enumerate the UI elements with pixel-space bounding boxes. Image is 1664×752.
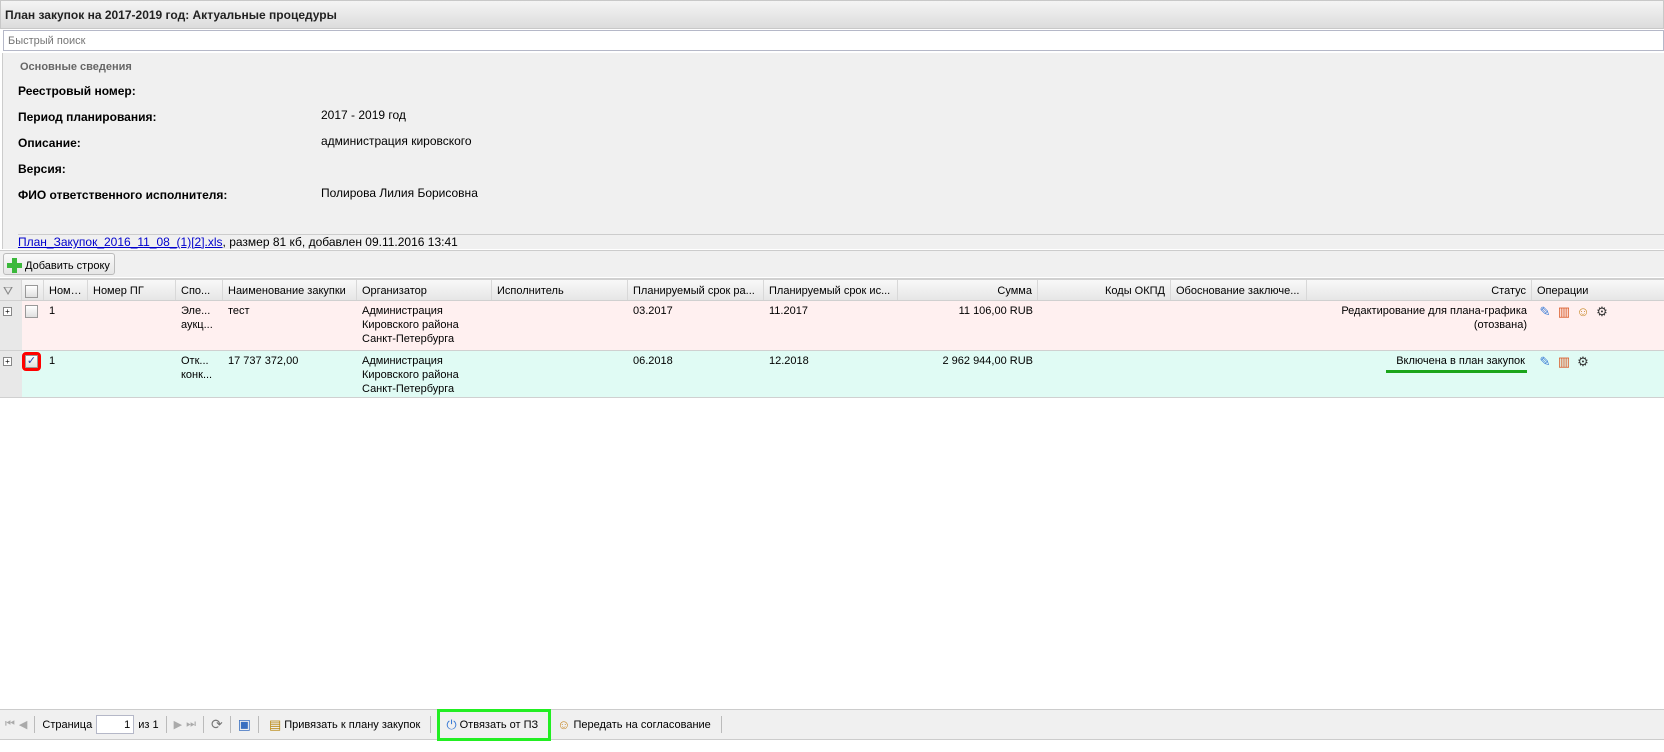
cell-sum: 11 106,00 RUB	[958, 305, 1033, 317]
cell-sum: 2 962 944,00 RUB	[942, 355, 1033, 367]
cell-start: 06.2018	[633, 355, 673, 367]
gear-icon[interactable]: ⚙	[1575, 354, 1591, 370]
col-operations: Операции	[1537, 285, 1589, 297]
info-panel: Основные сведения Реестровый номер: Пери…	[2, 53, 1664, 249]
expand-icon[interactable]: +	[0, 351, 22, 397]
col-organizer[interactable]: Организатор	[357, 280, 492, 300]
period-value: 2017 - 2019 год	[321, 108, 406, 122]
first-page-icon[interactable]: ⏮	[5, 718, 15, 731]
gear-icon[interactable]: ⚙	[1594, 304, 1610, 320]
cell-operations: ✎ ▥ ⚙	[1532, 351, 1664, 397]
unlink-icon: ⏻	[446, 716, 457, 732]
cell-organizer: Администрация Кировского района Санкт-Пе…	[362, 305, 459, 345]
attachment-details: , размер 81 кб, добавлен 09.11.2016 13:4…	[222, 235, 458, 249]
send-label: Передать на согласование	[573, 718, 711, 731]
attachment-link[interactable]: План_Закупок_2016_11_08_(1)[2].xls	[18, 235, 223, 249]
col-reason[interactable]: Обоснование заключе...	[1171, 280, 1307, 300]
filter-clear-icon[interactable]: ⛛	[0, 280, 22, 300]
add-row-label: Добавить строку	[25, 259, 110, 272]
col-name[interactable]: Наименование закупки	[223, 280, 357, 300]
cell-number: 1	[49, 305, 56, 317]
quick-search-input[interactable]	[3, 30, 1664, 51]
col-executor[interactable]: Исполнитель	[492, 280, 628, 300]
cell-status: Редактирование для плана-графика (отозва…	[1341, 305, 1527, 331]
refresh-icon[interactable]: ⟳	[211, 716, 223, 733]
unbind-from-plan-button[interactable]: ⏻ Отвязать от ПЗ	[437, 708, 552, 741]
cell-reason	[1171, 301, 1307, 350]
cell-method: Эле... аукц...	[181, 305, 213, 331]
bind-to-plan-label: Привязать к плану закупок	[284, 718, 421, 731]
grid-header: ⛛ Номер Номер ПГ Спо... Наименование зак…	[0, 278, 1664, 301]
edit-pencil-icon[interactable]: ✎	[1537, 304, 1553, 320]
row-checkbox-checked[interactable]: ✓	[22, 351, 44, 397]
cell-name: тест	[228, 305, 250, 317]
page-input[interactable]	[96, 715, 135, 734]
description-value: администрация кировского	[321, 134, 472, 148]
chart-icon[interactable]: ▥	[1556, 354, 1572, 370]
col-method[interactable]: Спо...	[176, 280, 223, 300]
cell-okpd	[1038, 351, 1171, 397]
responsible-value: Полирова Лилия Борисовна	[321, 186, 478, 200]
procedures-grid: ⛛ Номер Номер ПГ Спо... Наименование зак…	[0, 278, 1664, 398]
col-sum[interactable]: Сумма	[898, 280, 1038, 300]
grid-toolbar: Добавить строку	[0, 250, 1664, 277]
save-icon[interactable]: ▣	[238, 716, 251, 733]
cell-name: 17 737 372,00	[228, 355, 299, 367]
version-label: Версия:	[18, 162, 66, 176]
section-title: Основные сведения	[20, 61, 132, 73]
col-number[interactable]: Номер	[44, 280, 88, 300]
row-checkbox[interactable]	[22, 301, 44, 350]
plus-icon	[7, 258, 22, 273]
paging-toolbar: ⏮ ◀ Страница из 1 ▶ ⏭ ⟳ ▣ ▤Привязать к п…	[0, 708, 1664, 741]
col-end[interactable]: Планируемый срок ис...	[764, 280, 898, 300]
prev-page-icon[interactable]: ◀	[19, 718, 27, 731]
table-row[interactable]: + 1 Эле... аукц... тест Администрация Ки…	[0, 301, 1664, 351]
cell-end: 11.2017	[769, 305, 808, 317]
status-highlighted: Включена в план закупок	[1386, 354, 1527, 373]
scroll-icon: ▤	[268, 716, 282, 732]
select-all-checkbox[interactable]	[22, 280, 44, 300]
window-title: План закупок на 2017-2019 год: Актуальны…	[0, 0, 1664, 29]
unbind-label: Отвязать от ПЗ	[459, 718, 539, 731]
bind-to-plan-button[interactable]: ▤ Привязать к плану закупок	[266, 715, 423, 735]
edit-pencil-icon[interactable]: ✎	[1537, 354, 1553, 370]
page-label: Страница	[42, 718, 93, 731]
cell-reason	[1171, 351, 1307, 397]
cell-operations: ✎ ▥ ☺ ⚙	[1532, 301, 1664, 350]
user-send-icon: ☺	[557, 717, 571, 732]
cell-organizer: Администрация Кировского района Санкт-Пе…	[362, 355, 459, 395]
cell-okpd	[1038, 301, 1171, 350]
cell-executor	[492, 351, 628, 397]
last-page-icon[interactable]: ⏭	[186, 718, 196, 731]
cell-executor	[492, 301, 628, 350]
period-label: Период планирования:	[18, 110, 157, 124]
send-for-approval-button[interactable]: ☺ Передать на согласование	[554, 715, 714, 734]
cell-method: Отк... конк...	[181, 355, 213, 381]
cell-pg	[88, 351, 176, 397]
col-okpd[interactable]: Коды ОКПД	[1038, 280, 1171, 300]
expand-icon[interactable]: +	[0, 301, 22, 350]
cell-status: Включена в план закупок	[1307, 351, 1532, 397]
registry-number-label: Реестровый номер:	[18, 84, 136, 98]
chart-icon[interactable]: ▥	[1556, 304, 1572, 320]
col-status[interactable]: Статус	[1307, 280, 1532, 300]
responsible-label: ФИО ответственного исполнителя:	[18, 188, 228, 202]
next-page-icon[interactable]: ▶	[174, 718, 182, 731]
table-row[interactable]: + ✓ 1 Отк... конк... 17 737 372,00 Админ…	[0, 351, 1664, 398]
page-count: из 1	[138, 718, 159, 731]
description-label: Описание:	[18, 136, 81, 150]
cell-end: 12.2018	[769, 355, 809, 367]
add-row-button[interactable]: Добавить строку	[3, 253, 115, 275]
user-send-icon[interactable]: ☺	[1575, 304, 1591, 320]
attachment-line: План_Закупок_2016_11_08_(1)[2].xls, разм…	[18, 234, 1664, 249]
col-pg-number[interactable]: Номер ПГ	[88, 280, 176, 300]
col-start[interactable]: Планируемый срок ра...	[628, 280, 764, 300]
cell-pg	[88, 301, 176, 350]
cell-start: 03.2017	[633, 305, 673, 317]
cell-number: 1	[49, 355, 56, 367]
